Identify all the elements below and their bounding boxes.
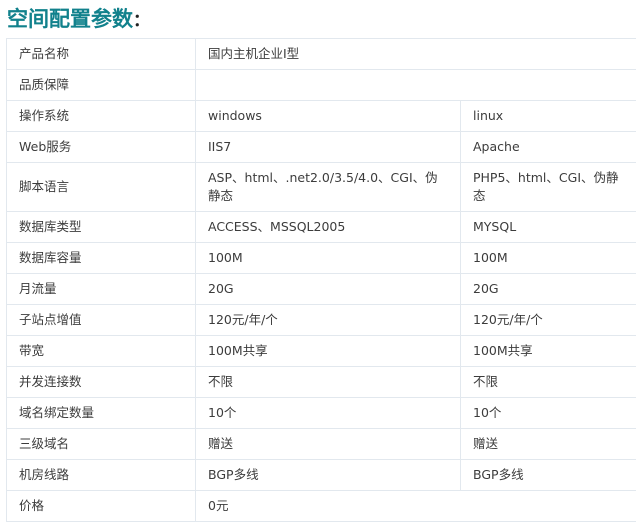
spec-value-cell-windows: BGP多线 — [196, 460, 461, 491]
spec-label-cell: 品质保障 — [7, 70, 196, 101]
table-row: 操作系统windowslinux — [7, 101, 636, 132]
page-title: 空间配置参数： — [7, 6, 150, 34]
table-row: 产品名称国内主机企业I型 — [7, 39, 636, 70]
spec-label-cell: 价格 — [7, 491, 196, 522]
spec-value-cell-linux: 20G — [461, 274, 636, 305]
spec-value-cell-windows: 120元/年/个 — [196, 305, 461, 336]
spec-label-cell: 操作系统 — [7, 101, 196, 132]
spec-label-cell: 机房线路 — [7, 460, 196, 491]
spec-value-cell-merged — [196, 70, 636, 101]
spec-value-cell-windows: 100M共享 — [196, 336, 461, 367]
table-row: 价格0元 — [7, 491, 636, 522]
spec-value-cell-linux: 120元/年/个 — [461, 305, 636, 336]
table-row: 并发连接数不限不限 — [7, 367, 636, 398]
table-row: 机房线路BGP多线BGP多线 — [7, 460, 636, 491]
spec-label-cell: 域名绑定数量 — [7, 398, 196, 429]
table-row: 带宽100M共享100M共享 — [7, 336, 636, 367]
spec-value-cell-linux: 100M — [461, 243, 636, 274]
table-row: 子站点增值120元/年/个120元/年/个 — [7, 305, 636, 336]
spec-label-cell: Web服务 — [7, 132, 196, 163]
spec-value-cell-windows: 100M — [196, 243, 461, 274]
page-title-text: 空间配置参数 — [7, 7, 133, 31]
spec-label-cell: 三级域名 — [7, 429, 196, 460]
spec-value-cell-merged: 0元 — [196, 491, 636, 522]
spec-value-cell-windows: 不限 — [196, 367, 461, 398]
spec-label-cell: 脚本语言 — [7, 163, 196, 212]
table-row: 脚本语言ASP、html、.net2.0/3.5/4.0、CGI、伪静态PHP5… — [7, 163, 636, 212]
table-row: 品质保障 — [7, 70, 636, 101]
spec-label-cell: 带宽 — [7, 336, 196, 367]
spec-label-cell: 产品名称 — [7, 39, 196, 70]
spec-value-cell-linux: 不限 — [461, 367, 636, 398]
spec-table: 产品名称国内主机企业I型品质保障操作系统windowslinuxWeb服务IIS… — [6, 38, 636, 522]
spec-value-cell-linux: 100M共享 — [461, 336, 636, 367]
spec-label-cell: 并发连接数 — [7, 367, 196, 398]
spec-value-cell-windows: windows — [196, 101, 461, 132]
spec-value-cell-linux: BGP多线 — [461, 460, 636, 491]
table-row: Web服务IIS7Apache — [7, 132, 636, 163]
spec-value-cell-linux: linux — [461, 101, 636, 132]
table-row: 数据库容量100M100M — [7, 243, 636, 274]
table-row: 域名绑定数量10个10个 — [7, 398, 636, 429]
spec-value-cell-linux: 10个 — [461, 398, 636, 429]
spec-value-cell-windows: ACCESS、MSSQL2005 — [196, 212, 461, 243]
spec-value-cell-windows: IIS7 — [196, 132, 461, 163]
spec-value-cell-merged: 国内主机企业I型 — [196, 39, 636, 70]
spec-table-body: 产品名称国内主机企业I型品质保障操作系统windowslinuxWeb服务IIS… — [7, 39, 636, 522]
spec-label-cell: 子站点增值 — [7, 305, 196, 336]
spec-value-cell-linux: MYSQL — [461, 212, 636, 243]
spec-value-cell-windows: ASP、html、.net2.0/3.5/4.0、CGI、伪静态 — [196, 163, 461, 212]
table-row: 三级域名赠送赠送 — [7, 429, 636, 460]
spec-value-cell-linux: PHP5、html、CGI、伪静态 — [461, 163, 636, 212]
spec-value-cell-windows: 赠送 — [196, 429, 461, 460]
spec-table-container: 产品名称国内主机企业I型品质保障操作系统windowslinuxWeb服务IIS… — [6, 38, 636, 522]
spec-label-cell: 月流量 — [7, 274, 196, 305]
spec-label-cell: 数据库类型 — [7, 212, 196, 243]
spec-value-cell-windows: 20G — [196, 274, 461, 305]
spec-page: 空间配置参数： 产品名称国内主机企业I型品质保障操作系统windowslinux… — [0, 0, 636, 511]
table-row: 月流量20G20G — [7, 274, 636, 305]
spec-value-cell-windows: 10个 — [196, 398, 461, 429]
table-row: 数据库类型ACCESS、MSSQL2005MYSQL — [7, 212, 636, 243]
spec-value-cell-linux: Apache — [461, 132, 636, 163]
spec-label-cell: 数据库容量 — [7, 243, 196, 274]
page-title-colon: ： — [133, 11, 150, 31]
spec-value-cell-linux: 赠送 — [461, 429, 636, 460]
